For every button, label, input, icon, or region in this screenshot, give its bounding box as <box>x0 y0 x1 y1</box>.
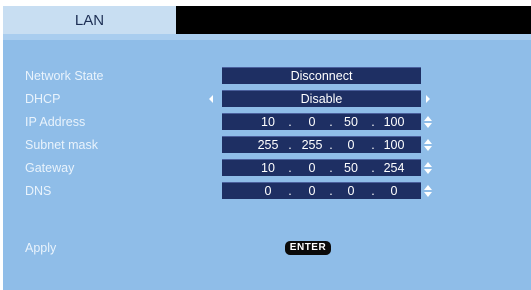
ip-octet-2[interactable]: 0 <box>295 114 329 131</box>
dhcp-select[interactable]: Disable <box>222 90 421 107</box>
network-state-value: Disconnect <box>222 67 421 84</box>
gateway-octet-1[interactable]: 10 <box>251 160 285 177</box>
ip-dot: . <box>371 138 375 152</box>
ip-octet-1[interactable]: 10 <box>251 114 285 131</box>
ip-dot: . <box>288 115 292 129</box>
ip-dot: . <box>288 184 292 198</box>
subnet-octet-3[interactable]: 0 <box>334 137 368 154</box>
dhcp-label: DHCP <box>25 92 61 106</box>
dns-field[interactable]: 0 . 0 . 0 . 0 <box>222 182 421 199</box>
ip-octet-4[interactable]: 100 <box>377 114 411 131</box>
tab-lan[interactable]: LAN <box>3 6 176 34</box>
ip-address-field[interactable]: 10 . 0 . 50 . 100 <box>222 113 421 130</box>
ip-dot: . <box>371 184 375 198</box>
dhcp-left-arrow-icon[interactable] <box>209 95 213 103</box>
gateway-label: Gateway <box>25 161 75 175</box>
ip-dot: . <box>288 161 292 175</box>
panel-topline <box>3 34 531 40</box>
network-state-label: Network State <box>25 69 104 83</box>
subnet-octet-4[interactable]: 100 <box>377 137 411 154</box>
dns-octet-3[interactable]: 0 <box>334 183 368 200</box>
subnet-mask-updown-icon[interactable] <box>424 139 433 151</box>
subnet-mask-field[interactable]: 255 . 255 . 0 . 100 <box>222 136 421 153</box>
ip-dot: . <box>371 115 375 129</box>
ip-octet-3[interactable]: 50 <box>334 114 368 131</box>
gateway-octet-4[interactable]: 254 <box>377 160 411 177</box>
lan-settings-window: LAN Network State Disconnect DHCP Disabl… <box>0 0 531 290</box>
subnet-mask-label: Subnet mask <box>25 138 98 152</box>
dns-octet-2[interactable]: 0 <box>295 183 329 200</box>
gateway-updown-icon[interactable] <box>424 162 433 174</box>
ip-dot: . <box>288 138 292 152</box>
dns-octet-4[interactable]: 0 <box>377 183 411 200</box>
ip-dot: . <box>371 161 375 175</box>
apply-label: Apply <box>25 241 57 255</box>
gateway-field[interactable]: 10 . 0 . 50 . 254 <box>222 159 421 176</box>
tab-lan-label: LAN <box>74 11 105 29</box>
ip-address-updown-icon[interactable] <box>424 116 433 128</box>
dns-octet-1[interactable]: 0 <box>251 183 285 200</box>
ip-address-label: IP Address <box>25 115 86 129</box>
dhcp-right-arrow-icon[interactable] <box>426 95 430 103</box>
dns-label: DNS <box>25 184 52 198</box>
enter-button[interactable]: ENTER <box>285 241 331 255</box>
gateway-octet-3[interactable]: 50 <box>334 160 368 177</box>
subnet-octet-2[interactable]: 255 <box>295 137 329 154</box>
subnet-octet-1[interactable]: 255 <box>251 137 285 154</box>
gateway-octet-2[interactable]: 0 <box>295 160 329 177</box>
dns-updown-icon[interactable] <box>424 185 433 197</box>
